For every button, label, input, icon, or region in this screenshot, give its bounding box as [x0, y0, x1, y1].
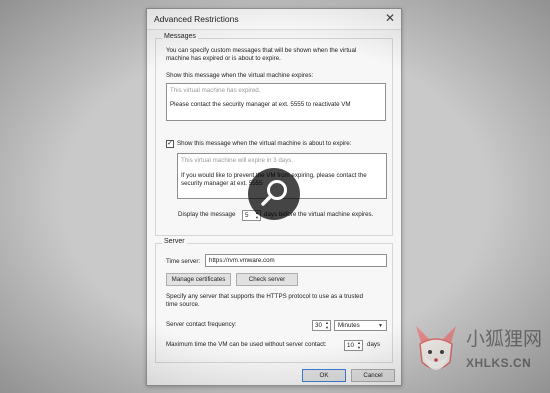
time-server-input[interactable]: https://rvm.vmware.com [205, 254, 387, 267]
expired-message-placeholder: This virtual machine has expired. [170, 87, 261, 94]
server-note-line2: time source. [166, 301, 200, 308]
expired-message-text: Please contact the security manager at e… [170, 101, 351, 108]
frequency-unit-value: Minutes [338, 322, 360, 329]
messages-description-line2: machine has expired or is about to expir… [166, 55, 281, 62]
time-server-label: Time server: [166, 258, 201, 265]
max-time-stepper[interactable]: 10 ▲ ▼ [344, 340, 363, 351]
frequency-unit-select[interactable]: Minutes ▼ [334, 320, 387, 331]
messages-group-label: Messages [162, 33, 198, 40]
max-time-unit: days [367, 341, 381, 348]
fox-logo-icon [416, 326, 456, 370]
ok-button[interactable]: OK [302, 369, 346, 382]
about-to-expire-label: Show this message when the virtual machi… [177, 140, 352, 147]
dialog-title: Advanced Restrictions [154, 14, 239, 24]
server-group: Server Time server: https://rvm.vmware.c… [155, 238, 393, 363]
watermark-en-text: XHLKS.CN [466, 356, 532, 370]
time-server-value: https://rvm.vmware.com [209, 257, 275, 264]
max-time-label: Maximum time the VM can be used without … [166, 341, 327, 348]
display-message-prefix: Display the message [178, 211, 236, 218]
frequency-stepper[interactable]: 30 ▲ ▼ [312, 320, 331, 331]
server-group-label: Server [162, 238, 187, 245]
expired-message-field[interactable]: This virtual machine has expired. Please… [166, 83, 386, 121]
close-icon[interactable]: ✕ [385, 11, 395, 25]
frequency-value: 30 [315, 322, 322, 329]
server-note-line1: Specify any server that supports the HTT… [166, 293, 364, 300]
watermark-cn-text: 小狐狸网 [466, 328, 543, 350]
stepper-down-icon[interactable]: ▼ [357, 346, 361, 350]
frequency-label: Server contact frequency: [166, 321, 237, 328]
title-bar: Advanced Restrictions ✕ [147, 9, 401, 30]
max-time-value: 10 [347, 342, 354, 349]
expired-message-label: Show this message when the virtual machi… [166, 72, 314, 79]
chevron-down-icon: ▼ [378, 323, 383, 329]
messages-description-line1: You can specify custom messages that wil… [166, 47, 357, 54]
stepper-down-icon[interactable]: ▼ [325, 326, 329, 330]
manage-certificates-button[interactable]: Manage certificates [166, 273, 231, 286]
about-to-expire-placeholder: This virtual machine will expire in 3 da… [181, 157, 294, 164]
watermark: 小狐狸网 XHLKS.CN [408, 318, 548, 388]
about-to-expire-checkbox[interactable]: ✓ [166, 140, 174, 148]
magnifier-icon[interactable] [248, 168, 300, 220]
cancel-button[interactable]: Cancel [351, 369, 395, 382]
check-server-button[interactable]: Check server [236, 273, 298, 286]
